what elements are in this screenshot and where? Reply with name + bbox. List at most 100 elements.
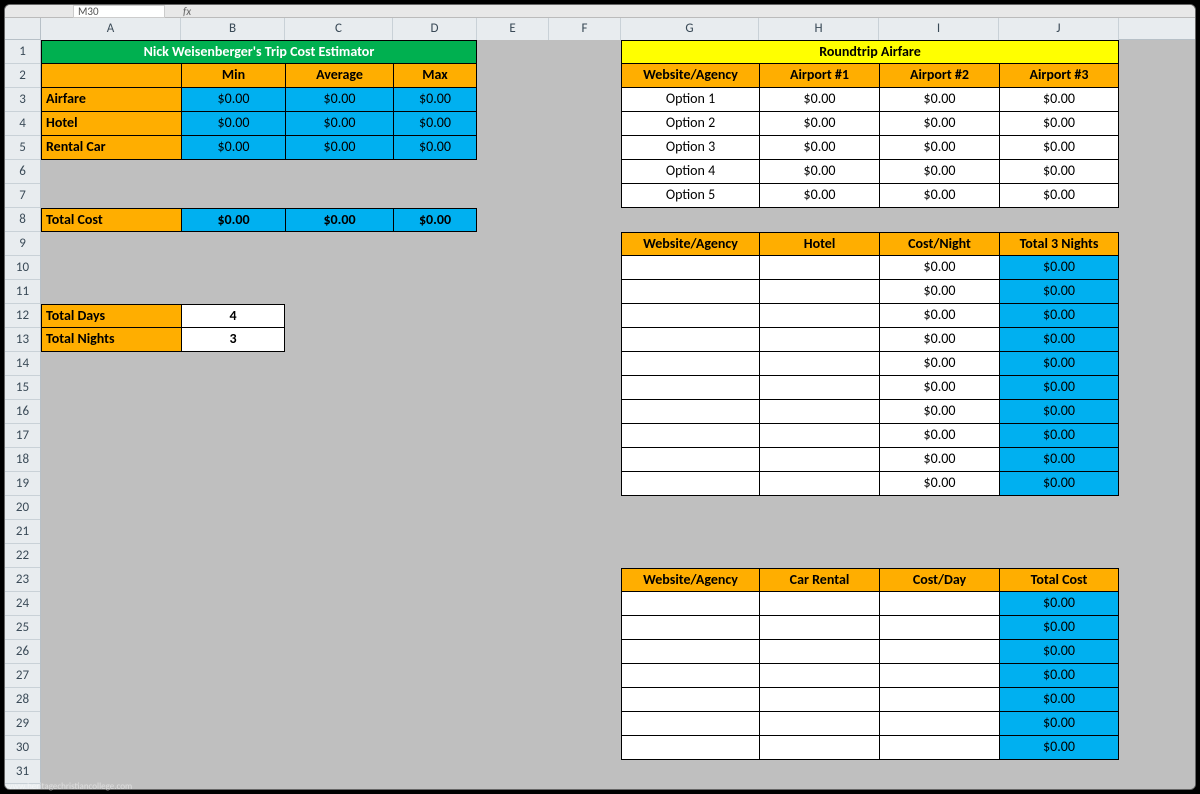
hotel-total[interactable]: $0.00 (999, 328, 1119, 352)
hotel-cost[interactable]: $0.00 (879, 424, 999, 448)
car-cost[interactable] (879, 664, 999, 688)
airfare-val[interactable]: $0.00 (759, 184, 879, 208)
car-hdr-agency[interactable]: Website/Agency (621, 568, 759, 592)
hotel-total[interactable]: $0.00 (999, 304, 1119, 328)
hotel-cost[interactable]: $0.00 (879, 448, 999, 472)
row-header[interactable]: 21 (5, 520, 40, 544)
airfare-val[interactable]: $0.00 (759, 112, 879, 136)
row-header[interactable]: 14 (5, 352, 40, 376)
hotel-total[interactable]: $0.00 (999, 256, 1119, 280)
hdr-max[interactable]: Max (393, 64, 477, 88)
car-cost[interactable] (879, 616, 999, 640)
cell[interactable] (549, 304, 621, 328)
row-header[interactable]: 27 (5, 664, 40, 688)
cell[interactable] (477, 136, 549, 160)
car-name[interactable] (759, 592, 879, 616)
cell[interactable] (477, 232, 549, 256)
row-header[interactable]: 8 (5, 208, 40, 232)
row-header[interactable]: 30 (5, 736, 40, 760)
cell[interactable] (477, 256, 549, 280)
cell[interactable] (759, 208, 879, 232)
cell[interactable] (41, 688, 181, 712)
car-name[interactable] (759, 736, 879, 760)
cell[interactable] (393, 688, 477, 712)
cell[interactable] (41, 424, 181, 448)
cell[interactable] (181, 592, 285, 616)
hdr-avg[interactable]: Average (285, 64, 393, 88)
cell[interactable] (41, 568, 181, 592)
cell[interactable] (549, 64, 621, 88)
cell[interactable] (285, 544, 393, 568)
cell[interactable] (393, 184, 477, 208)
hotel-name[interactable] (759, 280, 879, 304)
airfare-val[interactable]: $0.00 (879, 136, 999, 160)
airfare-val[interactable]: $0.00 (879, 88, 999, 112)
hotel-agency[interactable] (621, 376, 759, 400)
hotel-total[interactable]: $0.00 (999, 376, 1119, 400)
hotel-agency[interactable] (621, 400, 759, 424)
cell[interactable] (477, 280, 549, 304)
car-hdr-total[interactable]: Total Cost (999, 568, 1119, 592)
cell[interactable] (549, 640, 621, 664)
cell[interactable] (181, 496, 285, 520)
cell[interactable] (285, 712, 393, 736)
row-header[interactable]: 20 (5, 496, 40, 520)
airfare-option[interactable]: Option 5 (621, 184, 759, 208)
cell[interactable] (549, 352, 621, 376)
cell[interactable] (549, 160, 621, 184)
row-header[interactable]: 5 (5, 136, 40, 160)
cell[interactable] (879, 760, 999, 784)
cell[interactable] (181, 760, 285, 784)
cell[interactable] (181, 448, 285, 472)
cell[interactable] (285, 400, 393, 424)
cell[interactable] (285, 592, 393, 616)
cell[interactable] (41, 280, 181, 304)
car-cost[interactable] (879, 688, 999, 712)
cell[interactable] (41, 352, 181, 376)
hotel-cost[interactable]: $0.00 (879, 304, 999, 328)
hotel-cost[interactable]: $0.00 (879, 280, 999, 304)
cell[interactable] (999, 208, 1119, 232)
row-header[interactable]: 18 (5, 448, 40, 472)
cell[interactable] (477, 544, 549, 568)
hotel-name[interactable] (759, 328, 879, 352)
hotel-total[interactable]: $0.00 (999, 400, 1119, 424)
car-hdr-car[interactable]: Car Rental (759, 568, 879, 592)
cell[interactable] (477, 88, 549, 112)
col-header[interactable]: B (181, 18, 285, 40)
cell[interactable] (477, 184, 549, 208)
cell[interactable] (621, 496, 759, 520)
cell[interactable] (393, 352, 477, 376)
hotel-hdr-total[interactable]: Total 3 Nights (999, 232, 1119, 256)
hotel-agency[interactable] (621, 352, 759, 376)
hotel-min[interactable]: $0.00 (181, 112, 285, 136)
cell[interactable] (549, 40, 621, 64)
hotel-name[interactable] (759, 352, 879, 376)
cell[interactable] (41, 640, 181, 664)
cells[interactable]: Nick Weisenberger's Trip Cost Estimator … (41, 40, 1195, 789)
cell[interactable] (285, 304, 393, 328)
airfare-val[interactable]: $0.00 (759, 136, 879, 160)
row-header[interactable]: 13 (5, 328, 40, 352)
car-total[interactable]: $0.00 (999, 616, 1119, 640)
total-days-label[interactable]: Total Days (41, 304, 181, 328)
row-header[interactable]: 22 (5, 544, 40, 568)
cell[interactable] (285, 640, 393, 664)
cell[interactable] (181, 424, 285, 448)
cell[interactable] (477, 472, 549, 496)
cell[interactable] (181, 280, 285, 304)
col-header[interactable]: C (285, 18, 393, 40)
hotel-cost[interactable]: $0.00 (879, 472, 999, 496)
hotel-max[interactable]: $0.00 (393, 112, 477, 136)
cell[interactable] (285, 448, 393, 472)
cell[interactable] (181, 616, 285, 640)
total-cost-label[interactable]: Total Cost (41, 208, 181, 232)
car-cost[interactable] (879, 712, 999, 736)
cell[interactable] (41, 712, 181, 736)
cell[interactable] (549, 256, 621, 280)
cell[interactable] (181, 712, 285, 736)
car-name[interactable] (759, 688, 879, 712)
cell[interactable] (285, 184, 393, 208)
cell[interactable] (477, 520, 549, 544)
hotel-total[interactable]: $0.00 (999, 280, 1119, 304)
